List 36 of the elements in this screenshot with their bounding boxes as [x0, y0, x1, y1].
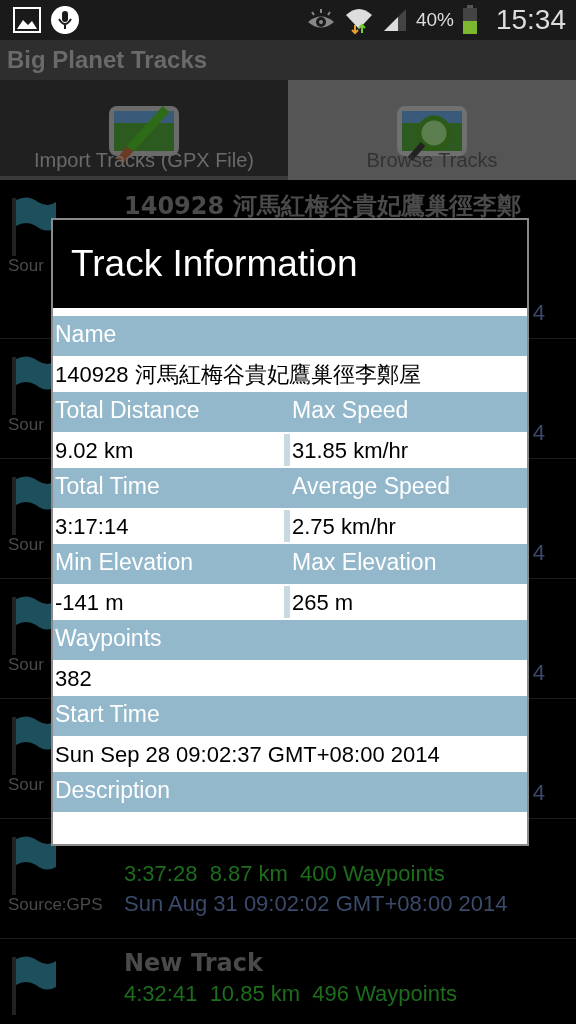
field-value: 31.85 km/hr [291, 437, 410, 465]
field-label: Start Time [53, 696, 527, 736]
source-label: Sour [8, 256, 44, 276]
field-label: Name [53, 316, 527, 356]
track-date: Sun Aug 31 09:02:02 GMT+08:00 2014 [124, 891, 509, 917]
track-date: 4 [532, 660, 545, 686]
field-label: Total Time [53, 468, 290, 508]
source-label: Sour [8, 655, 44, 675]
track-date: 4 [532, 420, 545, 446]
field-label: Average Speed [290, 468, 527, 508]
track-stats: 4:32:41 10.85 km 496 Waypoints [124, 981, 459, 1007]
source-label: Sour [8, 415, 44, 435]
source-label: Sour [8, 535, 44, 555]
field-label: Min Elevation [53, 544, 290, 584]
source-label: Source:GPS [8, 895, 103, 915]
source-label: Sour [8, 775, 44, 795]
field-value: 140928 河馬紅梅谷貴妃鷹巢徑李鄭屋 [54, 361, 422, 389]
dialog-title: Track Information [71, 243, 358, 285]
track-title: 140928 河馬紅梅谷貴妃鷹巢徑李鄭 [124, 191, 522, 222]
track-stats: 3:37:28 8.87 km 400 Waypoints [124, 861, 446, 887]
battery-percent: 40% [415, 9, 454, 31]
field-label: Max Speed [290, 392, 527, 432]
track-date: 4 [532, 540, 545, 566]
field-value: Sun Sep 28 09:02:37 GMT+08:00 2014 [54, 741, 441, 769]
field-label: Max Elevation [290, 544, 527, 584]
field-label: Total Distance [53, 392, 290, 432]
field-label: Description [53, 772, 527, 812]
field-value: 265 m [291, 589, 355, 617]
field-label: Waypoints [53, 620, 527, 660]
track-title: New Track [124, 949, 264, 977]
field-value: 2.75 km/hr [291, 513, 397, 541]
app-title: Big Planet Tracks [7, 46, 208, 74]
track-date: 4 [532, 780, 545, 806]
track-date: 4 [532, 300, 545, 326]
clock: 15:34 [495, 4, 566, 36]
field-value: 382 [54, 665, 93, 693]
